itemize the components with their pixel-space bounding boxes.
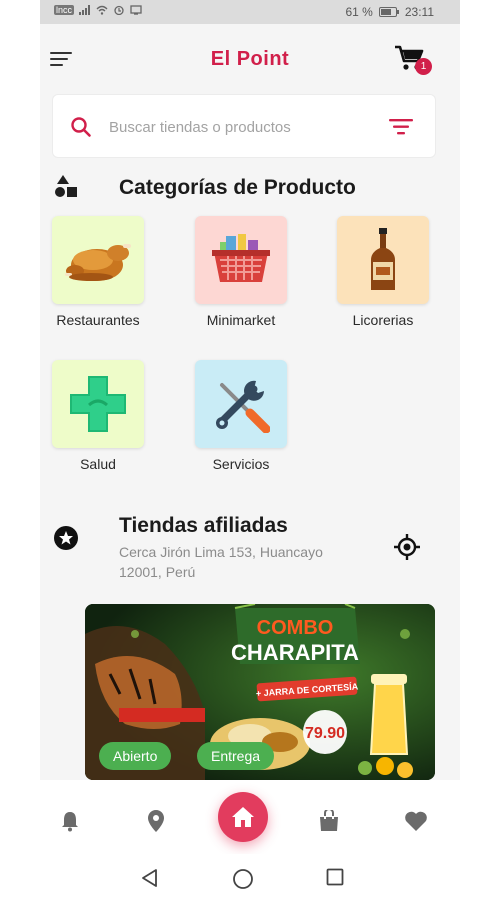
categories-title: Categorías de Producto	[119, 176, 356, 199]
heart-icon[interactable]	[404, 810, 428, 832]
liquor-bottle-icon	[371, 228, 395, 290]
roast-chicken-icon	[65, 244, 131, 281]
promo-line2: CHARAPITA	[231, 640, 359, 665]
home-icon	[232, 807, 254, 827]
app-screen: lncc 61 % 23:11 El Point 1 Buscar tienda…	[40, 0, 460, 900]
star-icon	[54, 526, 78, 550]
category-tile	[337, 216, 429, 304]
locate-icon[interactable]	[394, 534, 420, 560]
health-cross-icon	[70, 376, 126, 432]
search-input[interactable]	[109, 113, 369, 141]
category-tile	[195, 216, 287, 304]
filter-icon[interactable]	[389, 117, 413, 137]
app-header: El Point 1	[40, 24, 460, 94]
wifi-icon	[96, 5, 108, 15]
carrier-label: lncc	[54, 5, 75, 15]
category-minimarket[interactable]: Minimarket	[191, 216, 291, 328]
shopping-basket-icon	[212, 234, 270, 282]
category-tile	[195, 360, 287, 448]
map-pin-icon[interactable]	[147, 810, 165, 832]
system-nav-bar	[40, 854, 460, 900]
status-open-badge: Abierto	[99, 742, 172, 770]
tools-icon	[216, 380, 270, 433]
store-card[interactable]: COMBO CHARAPITA + JARRA DE CORTESÍA 79.9…	[85, 604, 435, 780]
category-restaurantes[interactable]: Restaurantes	[48, 216, 148, 328]
category-label: Restaurantes	[56, 312, 140, 328]
alarm-icon	[114, 5, 124, 15]
category-label: Servicios	[212, 456, 270, 472]
category-tile	[52, 360, 144, 448]
category-tile	[52, 216, 144, 304]
battery-percent: 61 %	[345, 5, 373, 19]
search-icon[interactable]	[69, 115, 93, 139]
category-label: Salud	[80, 456, 116, 472]
category-servicios[interactable]: Servicios	[191, 360, 291, 472]
status-bar: lncc 61 % 23:11	[40, 0, 460, 24]
stores-title: Tiendas afiliadas	[119, 514, 288, 537]
battery-icon	[378, 7, 399, 17]
home-circle-icon[interactable]	[232, 868, 254, 890]
shopping-bag-icon[interactable]	[318, 810, 340, 832]
promo-line1: COMBO	[257, 617, 334, 639]
bottom-nav	[40, 780, 460, 854]
category-salud[interactable]: Salud	[48, 360, 148, 472]
signal-icon	[79, 5, 91, 15]
clock: 23:11	[404, 5, 434, 19]
shapes-icon	[55, 175, 77, 197]
category-licorerias[interactable]: Licorerias	[333, 216, 433, 328]
cart-count-badge: 1	[415, 58, 432, 75]
cart-button[interactable]: 1	[394, 44, 432, 78]
category-label: Minimarket	[206, 312, 276, 328]
promo-price: 79.90	[305, 725, 345, 742]
back-icon[interactable]	[140, 868, 158, 888]
bell-icon[interactable]	[60, 810, 80, 832]
home-button[interactable]	[218, 792, 268, 842]
category-label: Licorerias	[352, 312, 414, 328]
search-bar	[52, 94, 436, 158]
status-delivery-badge: Entrega	[197, 742, 275, 770]
store-address: Cerca Jirón Lima 153, Huancayo 12001, Pe…	[119, 544, 323, 580]
screen-icon	[130, 5, 142, 15]
recents-icon[interactable]	[326, 868, 344, 886]
